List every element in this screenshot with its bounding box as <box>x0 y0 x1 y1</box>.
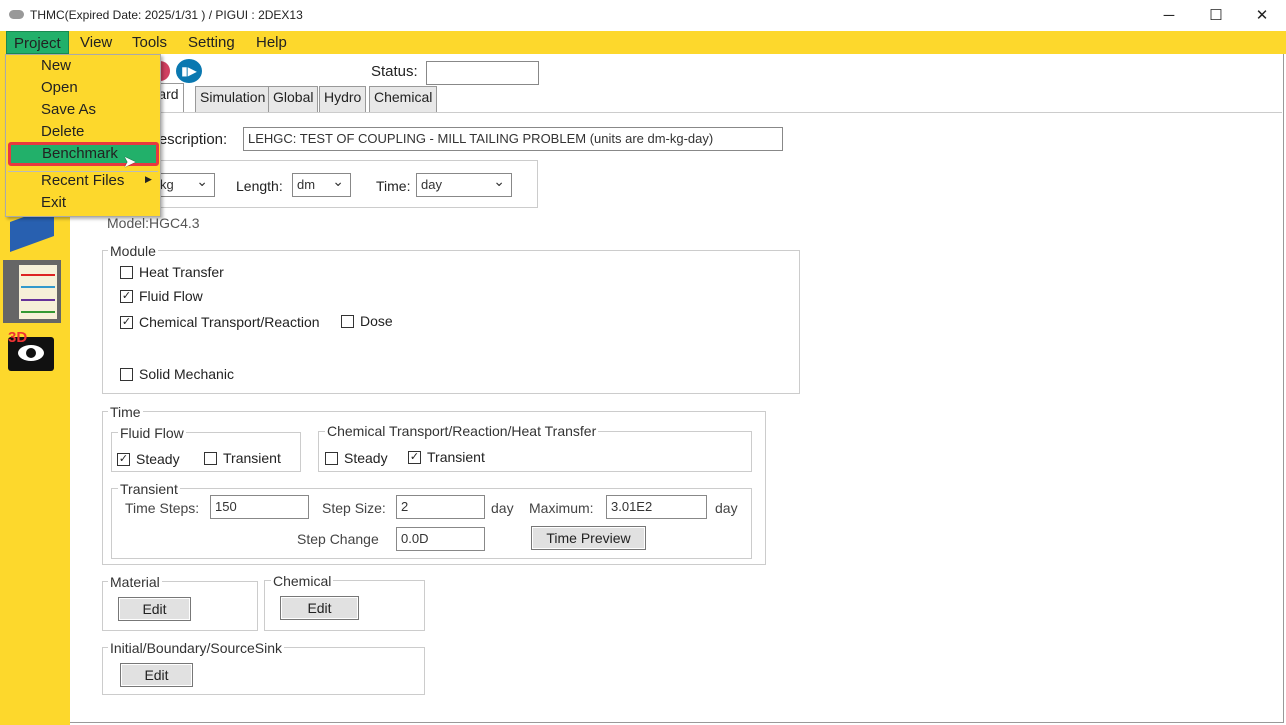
step-size-unit: day <box>491 500 514 516</box>
model-label: Model:HGC4.3 <box>107 215 200 231</box>
menu-help[interactable]: Help <box>249 31 294 54</box>
mass-unit-select[interactable]: kg <box>155 173 215 197</box>
maximum-label: Maximum: <box>529 500 594 516</box>
time-label: Time: <box>376 178 411 194</box>
module-title: Module <box>108 243 158 259</box>
time-preview-button[interactable]: Time Preview <box>531 526 646 550</box>
chem-steady-label: Steady <box>344 450 388 466</box>
time-steps-input[interactable]: 150 <box>210 495 309 519</box>
step-size-label: Step Size: <box>322 500 386 516</box>
step-change-input[interactable]: 0.0D <box>396 527 485 551</box>
fluid-flow-time-title: Fluid Flow <box>118 425 186 441</box>
menu-setting[interactable]: Setting <box>181 31 242 54</box>
menu-item-new[interactable]: New <box>6 55 160 77</box>
chem-transient-checkbox[interactable]: ✓ <box>408 451 421 464</box>
menu-item-recent-files[interactable]: Recent Files <box>6 170 160 192</box>
menu-bar: Project View Tools Setting Help <box>0 31 1286 54</box>
menu-item-open[interactable]: Open <box>6 77 160 99</box>
mouse-cursor-icon: ➤ <box>123 154 137 171</box>
length-label: Length: <box>236 178 283 194</box>
chem-transient-label: Transient <box>427 449 485 465</box>
maximum-unit: day <box>715 500 738 516</box>
menu-tools[interactable]: Tools <box>125 31 174 54</box>
dose-label: Dose <box>360 313 393 329</box>
time-unit-select[interactable]: day <box>416 173 512 197</box>
heat-transfer-checkbox[interactable] <box>120 266 133 279</box>
status-field <box>426 61 539 85</box>
chem-steady-checkbox[interactable] <box>325 452 338 465</box>
material-title: Material <box>108 574 162 590</box>
ibs-edit-button[interactable]: Edit <box>120 663 193 687</box>
window-title: THMC(Expired Date: 2025/1/31 ) / PIGUI :… <box>30 8 303 22</box>
length-unit-select[interactable]: dm <box>292 173 351 197</box>
menu-item-save-as[interactable]: Save As <box>6 99 160 121</box>
step-change-label: Step Change <box>297 531 379 547</box>
chemical-title: Chemical <box>271 573 334 589</box>
maximize-button[interactable]: ☐ <box>1193 0 1239 31</box>
menu-view[interactable]: View <box>73 31 119 54</box>
time-title: Time <box>108 404 143 420</box>
fluid-steady-label: Steady <box>136 451 180 467</box>
step-size-input[interactable]: 2 <box>396 495 485 519</box>
project-menu: New Open Save As Delete Benchmark Recent… <box>5 54 161 217</box>
fluid-steady-checkbox[interactable]: ✓ <box>117 453 130 466</box>
submenu-arrow-icon: ▶ <box>145 174 152 184</box>
time-steps-label: Time Steps: <box>125 500 200 516</box>
app-icon <box>9 10 24 19</box>
tab-hydro[interactable]: Hydro <box>319 86 367 113</box>
minimize-button[interactable]: ─ <box>1146 0 1192 31</box>
solid-mechanic-checkbox[interactable] <box>120 368 133 381</box>
title-bar: THMC(Expired Date: 2025/1/31 ) / PIGUI :… <box>0 0 1286 31</box>
dose-checkbox[interactable] <box>341 315 354 328</box>
chem-time-title: Chemical Transport/Reaction/Heat Transfe… <box>325 423 599 439</box>
maximum-input[interactable]: 3.01E2 <box>606 495 707 519</box>
description-input[interactable]: LEHGC: TEST OF COUPLING - MILL TAILING P… <box>243 127 783 151</box>
thmc-sliders-icon[interactable] <box>3 260 61 323</box>
chemical-transport-label: Chemical Transport/Reaction <box>139 314 320 330</box>
fluid-transient-label: Transient <box>223 450 281 466</box>
transient-title: Transient <box>118 481 180 497</box>
tab-simulation[interactable]: Simulation <box>195 86 271 113</box>
tab-chemical[interactable]: Chemical <box>369 86 438 113</box>
tab-global[interactable]: Global <box>268 86 319 113</box>
menu-item-exit[interactable]: Exit <box>6 192 160 214</box>
solid-mechanic-label: Solid Mechanic <box>139 366 234 382</box>
fluid-transient-checkbox[interactable] <box>204 452 217 465</box>
play-icon[interactable]: ▮▶ <box>176 59 202 83</box>
fluid-flow-label: Fluid Flow <box>139 288 203 304</box>
3d-view-icon[interactable]: 3D <box>8 329 54 371</box>
fluid-flow-checkbox[interactable]: ✓ <box>120 290 133 303</box>
material-edit-button[interactable]: Edit <box>118 597 191 621</box>
status-label: Status: <box>371 63 418 80</box>
menu-item-delete[interactable]: Delete <box>6 121 160 143</box>
close-button[interactable]: ✕ <box>1239 0 1285 31</box>
chemical-transport-checkbox[interactable]: ✓ <box>120 316 133 329</box>
chemical-edit-button[interactable]: Edit <box>280 596 359 620</box>
menu-project[interactable]: Project <box>6 31 69 54</box>
ibs-title: Initial/Boundary/SourceSink <box>108 640 284 656</box>
heat-transfer-label: Heat Transfer <box>139 264 224 280</box>
